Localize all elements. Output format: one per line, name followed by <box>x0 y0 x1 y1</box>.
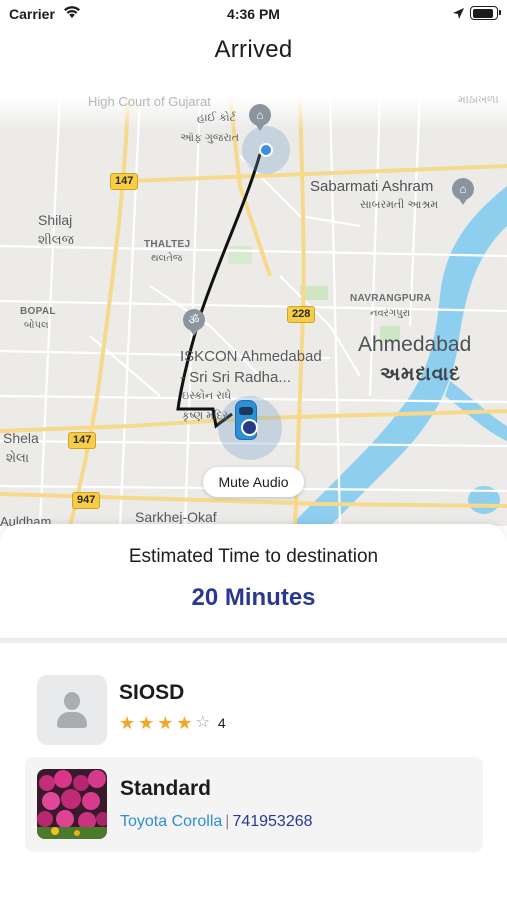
vehicle-details: Toyota Corolla | 741953268 <box>120 813 313 831</box>
map-label: - Sri Sri Radha... <box>180 369 291 386</box>
landmark-icon[interactable]: ⌂ <box>452 178 474 205</box>
origin-marker-icon[interactable] <box>259 143 273 157</box>
star-filled-icon: ★ <box>119 713 136 733</box>
vehicle-photo <box>37 769 107 839</box>
section-divider <box>0 638 507 643</box>
battery-icon <box>470 6 501 20</box>
map-label: શેલા <box>6 450 30 465</box>
map-label: હાઈ કોર્ટ <box>197 112 236 124</box>
map-label: BOPAL <box>20 306 56 317</box>
star-filled-icon: ★ <box>138 713 155 733</box>
map-label: ISKCON Ahmedabad <box>180 348 322 365</box>
map-label: ઑફ ગુજરાત <box>180 132 240 144</box>
user-placeholder-icon-body <box>57 712 87 728</box>
star-empty-icon: ☆ <box>195 714 210 731</box>
vehicle-card[interactable]: Standard Toyota Corolla | 741953268 <box>25 757 483 852</box>
map-label: થલતેજ <box>151 253 183 264</box>
vehicle-plate: 741953268 <box>232 813 313 830</box>
map-label: નવરંગપુરા <box>370 308 411 319</box>
landmark-icon[interactable]: ⌂ <box>249 104 271 131</box>
highway-shield: 228 <box>287 306 316 323</box>
vehicle-type: Standard <box>120 777 212 800</box>
map-view[interactable]: High Court of Gujarat મીઠાખળી હાઈ કોર્ટ … <box>0 96 507 526</box>
rating-value: 4 <box>217 715 226 731</box>
status-time: 4:36 PM <box>227 6 280 22</box>
vehicle-model: Toyota Corolla <box>120 813 223 830</box>
trip-info-sheet: Estimated Time to destination 20 Minutes… <box>0 524 507 900</box>
page-title: Arrived <box>214 36 293 63</box>
star-filled-icon: ★ <box>157 713 174 733</box>
status-bar: Carrier 4:36 PM <box>0 0 507 28</box>
map-label: Shilaj <box>38 212 73 228</box>
map-label: મીઠાખળી <box>458 96 499 106</box>
star-filled-icon: ★ <box>176 713 193 733</box>
driver-avatar[interactable] <box>37 675 107 745</box>
driver-name: SIOSD <box>119 681 185 704</box>
eta-label: Estimated Time to destination <box>128 546 379 567</box>
map-label: NAVRANGPURA <box>350 293 432 304</box>
mute-audio-button[interactable]: Mute Audio <box>203 467 304 497</box>
flowers-photo <box>37 769 107 839</box>
map-label: શીલજ <box>38 232 74 247</box>
map-label: સાબરમતી આશ્રમ <box>360 199 439 211</box>
driver-rating: ★ ★ ★ ★ ☆ 4 <box>119 713 226 733</box>
map-label: Shela <box>3 430 39 446</box>
map-label: THALTEJ <box>144 239 191 250</box>
destination-marker-icon[interactable] <box>241 419 258 436</box>
vehicle-separator: | <box>225 813 230 830</box>
temple-icon[interactable]: ॐ <box>183 309 205 336</box>
highway-shield: 947 <box>72 492 101 509</box>
map-label: Ahmedabad <box>358 333 472 356</box>
map-label: Sabarmati Ashram <box>310 178 434 195</box>
highway-shield: 147 <box>110 173 139 190</box>
location-arrow-icon <box>453 8 464 19</box>
user-placeholder-icon <box>64 692 80 710</box>
eta-value: 20 Minutes <box>191 584 316 611</box>
map-label: બોપલ <box>24 320 49 331</box>
map-label: ઇસ્કોન રાધે <box>182 390 232 402</box>
map-label: High Court of Gujarat <box>88 96 211 109</box>
highway-shield: 147 <box>68 432 97 449</box>
map-label: અમદાવાદ <box>380 364 461 385</box>
